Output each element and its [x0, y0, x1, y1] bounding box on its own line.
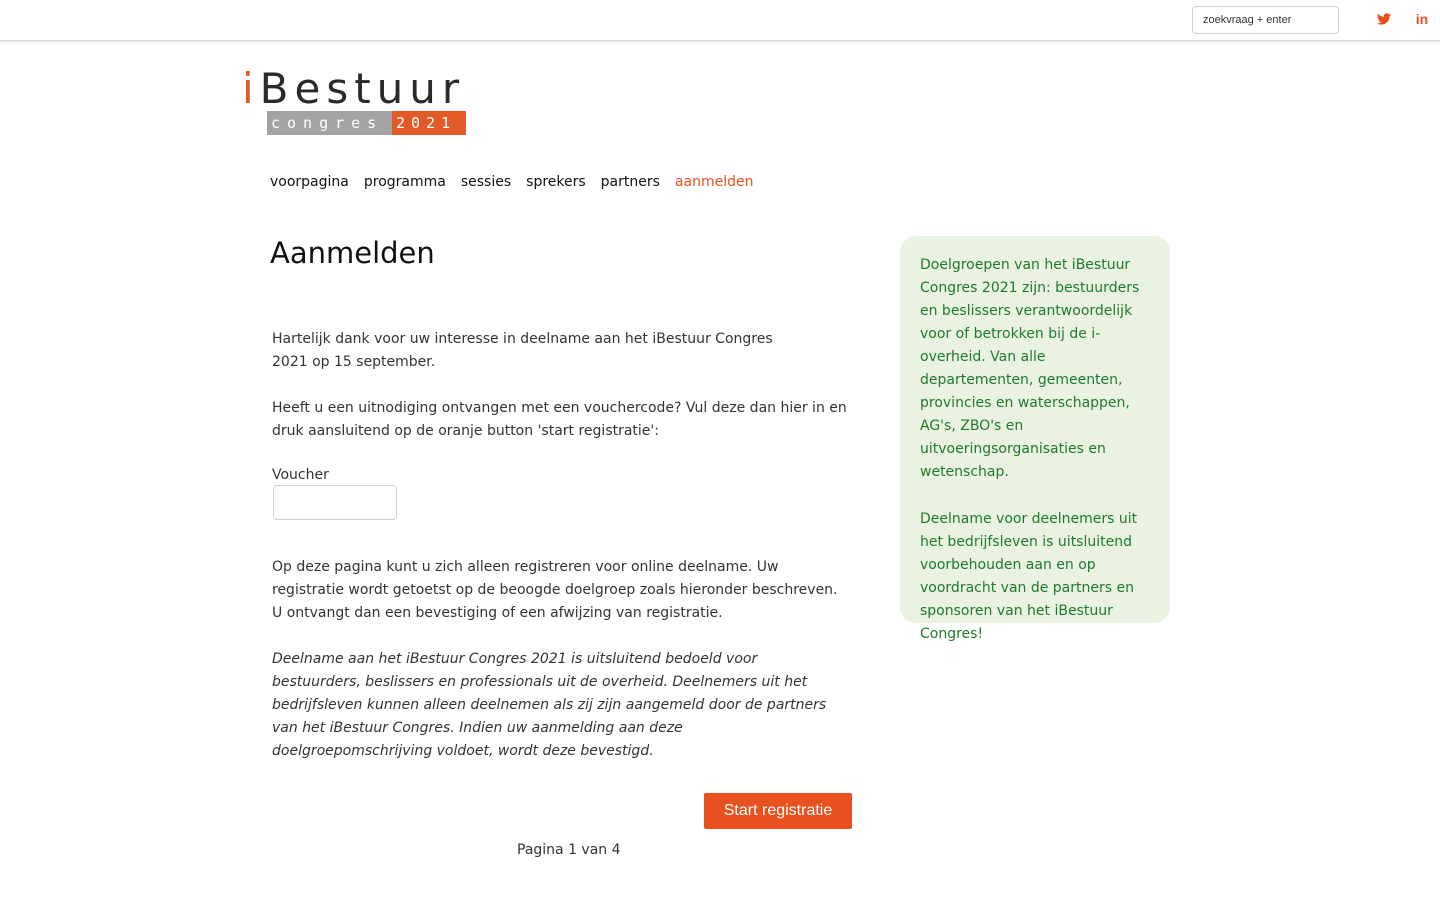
start-registration-button[interactable]: Start registratie [704, 793, 852, 829]
voucher-label: Voucher [272, 467, 329, 483]
top-bar: in [0, 0, 1440, 41]
logo-congres: congres [267, 111, 392, 135]
intro-text: Hartelijk dank voor uw interesse in deel… [272, 331, 773, 370]
voucher-input[interactable] [273, 485, 397, 520]
nav-item-aanmelden[interactable]: aanmelden [675, 174, 754, 190]
target-audience-text: Doelgroepen van het iBestuur Congres 202… [920, 257, 1140, 480]
target-audience-box: Doelgroepen van het iBestuur Congres 202… [900, 236, 1170, 642]
nav-item-programma[interactable]: programma [364, 174, 446, 190]
linkedin-icon[interactable]: in [1414, 11, 1430, 27]
main-nav: voorpagina programma sessies sprekers pa… [270, 174, 753, 190]
nav-item-voorpagina[interactable]: voorpagina [270, 174, 349, 190]
logo-year: 2021 [392, 111, 466, 135]
logo[interactable]: iBestuur congres 2021 [242, 68, 468, 138]
nav-item-sessies[interactable]: sessies [461, 174, 511, 190]
page-title: Aanmelden [270, 236, 435, 270]
twitter-icon[interactable] [1376, 11, 1392, 27]
logo-subtitle: congres 2021 [267, 111, 466, 135]
online-registration-text: Op deze pagina kunt u zich alleen regist… [272, 559, 838, 621]
search-input[interactable] [1192, 6, 1339, 34]
business-participation-text: Deelname voor deelnemers uit het bedrijf… [920, 511, 1138, 642]
voucher-instructions: Heeft u een uitnodiging ontvangen met ee… [272, 400, 847, 439]
logo-wordmark: iBestuur [242, 64, 466, 113]
page-indicator: Pagina 1 van 4 [517, 842, 621, 858]
nav-item-partners[interactable]: partners [601, 174, 660, 190]
eligibility-text: Deelname aan het iBestuur Congres 2021 i… [272, 651, 827, 759]
nav-item-sprekers[interactable]: sprekers [526, 174, 586, 190]
